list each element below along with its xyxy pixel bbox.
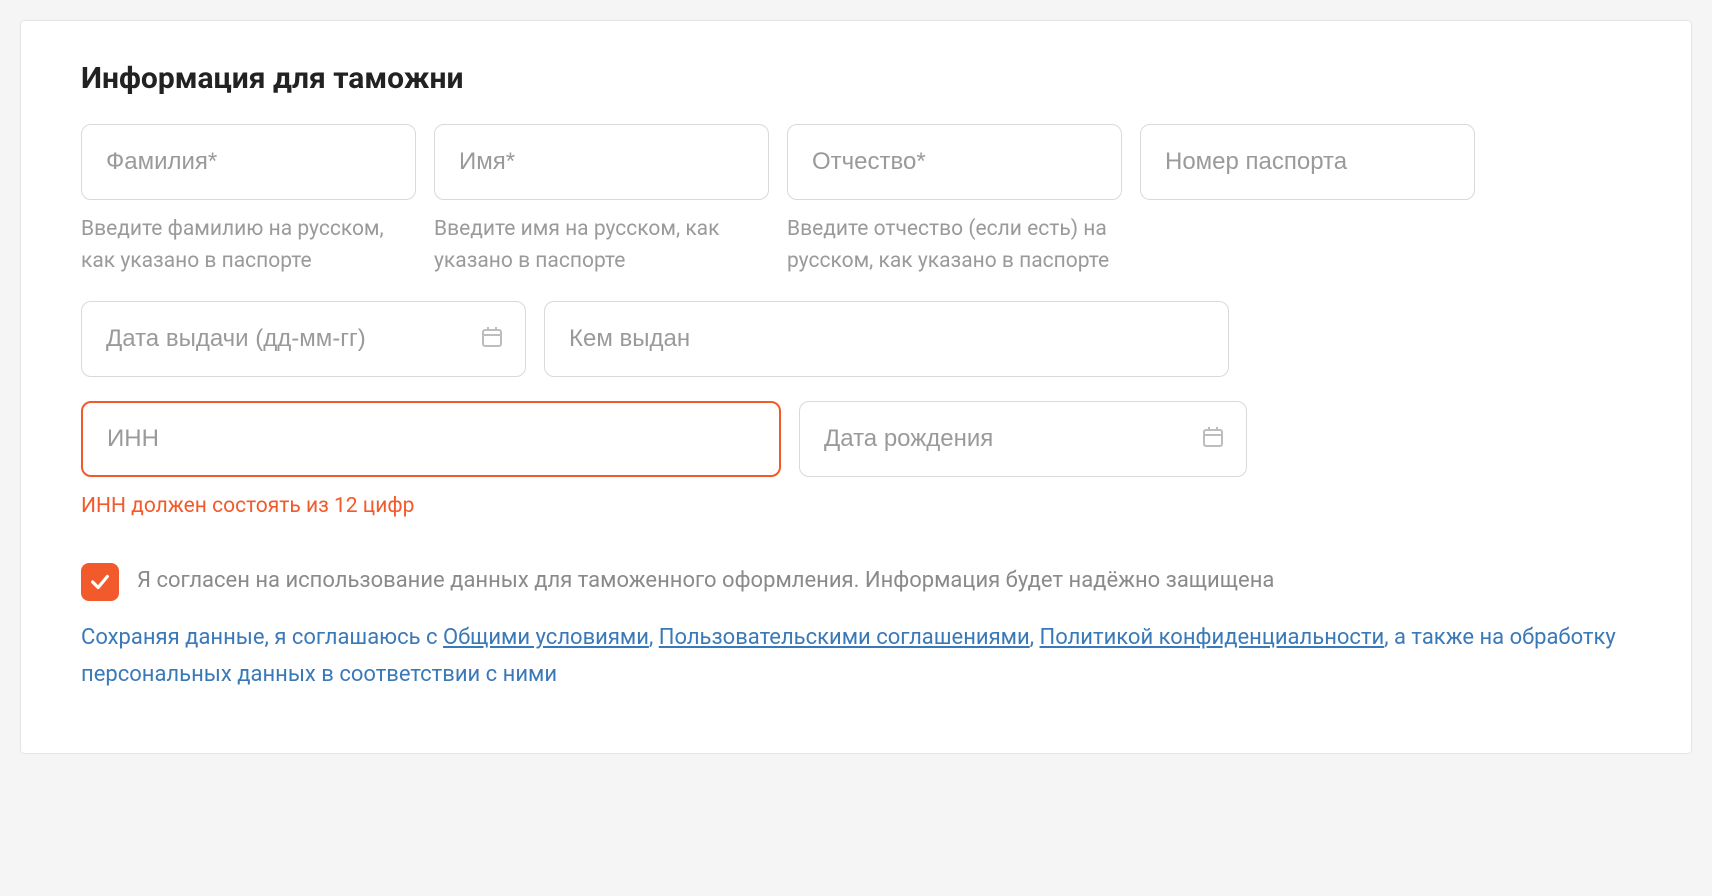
link-privacy-policy[interactable]: Политикой конфиденциальности (1040, 625, 1385, 650)
name-hint: Введите имя на русском, как указано в па… (434, 214, 769, 277)
issue-date-input[interactable] (81, 301, 526, 377)
field-inn: ИНН должен состоять из 12 цифр (81, 401, 781, 523)
link-terms[interactable]: Общими условиями (443, 625, 649, 650)
legal-sep2: , (1030, 625, 1040, 650)
field-surname: Введите фамилию на русском, как указано … (81, 124, 416, 277)
issued-by-input[interactable] (544, 301, 1229, 377)
inn-error: ИНН должен состоять из 12 цифр (81, 491, 781, 523)
inn-input[interactable] (81, 401, 781, 477)
field-issued-by (544, 301, 1229, 377)
surname-input[interactable] (81, 124, 416, 200)
row-inn-birth: ИНН должен состоять из 12 цифр (81, 401, 1631, 523)
consent-label: Я согласен на использование данных для т… (137, 566, 1274, 597)
field-birth-date (799, 401, 1247, 477)
birth-date-input[interactable] (799, 401, 1247, 477)
legal-text: Сохраняя данные, я соглашаюсь с Общими у… (81, 619, 1631, 694)
field-patronymic: Введите отчество (если есть) на русском,… (787, 124, 1122, 277)
row-passport (81, 301, 1631, 377)
field-issue-date (81, 301, 526, 377)
name-input[interactable] (434, 124, 769, 200)
row-personal: Введите фамилию на русском, как указано … (81, 124, 1631, 277)
consent-row: Я согласен на использование данных для т… (81, 563, 1631, 601)
surname-hint: Введите фамилию на русском, как указано … (81, 214, 416, 277)
patronymic-input[interactable] (787, 124, 1122, 200)
legal-prefix: Сохраняя данные, я соглашаюсь с (81, 625, 443, 650)
section-title: Информация для таможни (81, 61, 1631, 96)
patronymic-hint: Введите отчество (если есть) на русском,… (787, 214, 1122, 277)
passport-number-input[interactable] (1140, 124, 1475, 200)
field-name: Введите имя на русском, как указано в па… (434, 124, 769, 277)
check-icon (89, 571, 111, 593)
consent-checkbox[interactable] (81, 563, 119, 601)
customs-info-card: Информация для таможни Введите фамилию н… (20, 20, 1692, 754)
field-passport-number (1140, 124, 1475, 200)
link-user-agreement[interactable]: Пользовательскими соглашениями (659, 625, 1030, 650)
legal-sep1: , (649, 625, 659, 650)
